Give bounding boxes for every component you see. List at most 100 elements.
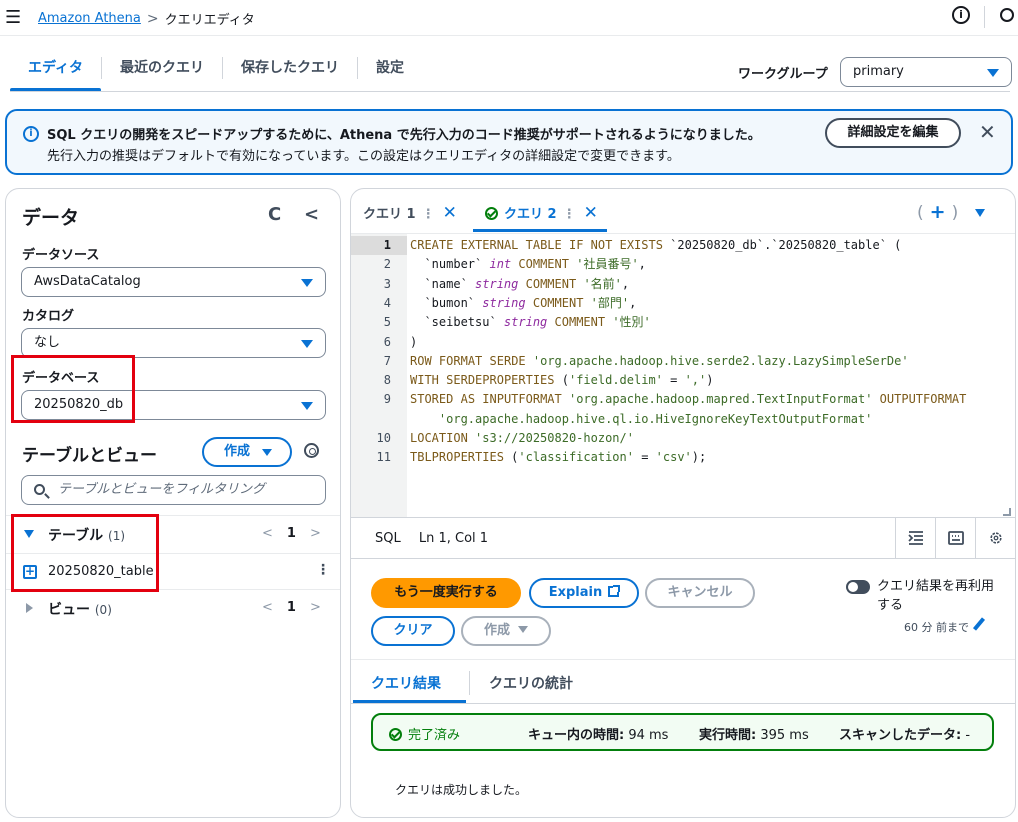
menu-icon[interactable]: ☰ <box>5 7 21 28</box>
chevron-left-icon[interactable]: < <box>262 600 273 615</box>
status-success-icon <box>485 207 498 220</box>
exec-time-metric: 実行時間: 395 ms <box>699 724 809 743</box>
views-page-number[interactable]: 1 <box>287 600 296 615</box>
breadcrumb-current: クエリエディタ <box>164 13 255 28</box>
datasource-label: データソース <box>22 248 100 263</box>
info-icon[interactable]: i <box>952 6 970 24</box>
close-icon[interactable]: ✕ <box>443 203 457 223</box>
resize-handle-icon[interactable] <box>1003 508 1011 516</box>
caret-down-icon <box>301 279 313 287</box>
settings-icon[interactable] <box>1000 8 1014 22</box>
close-icon[interactable]: ✕ <box>584 203 598 223</box>
chevron-right-icon[interactable]: > <box>310 526 321 541</box>
gear-icon[interactable] <box>304 443 319 458</box>
query-tab-1[interactable]: クエリ 1 ⋮ ✕ <box>363 203 457 223</box>
line-number: 9 <box>383 392 391 407</box>
data-panel-title: データ <box>22 207 80 229</box>
code-text[interactable]: LOCATION 's3://20250820-hozon/' <box>410 429 634 448</box>
breadcrumb-root-link[interactable]: Amazon Athena <box>38 11 141 26</box>
workgroup-select[interactable]: primary <box>840 57 1012 87</box>
create-query-label: 作成 <box>483 623 510 638</box>
editor-settings-button[interactable] <box>975 518 1015 559</box>
explain-label: Explain <box>548 585 603 600</box>
query-success-message: クエリは成功しました。 <box>395 783 528 797</box>
divider <box>351 659 1015 660</box>
reuse-results-toggle[interactable] <box>846 580 870 594</box>
chevron-right-icon[interactable]: > <box>310 600 321 615</box>
tab-saved-queries[interactable]: 保存したクエリ <box>223 48 357 92</box>
sql-editor[interactable]: 1 CREATE EXTERNAL TABLE IF NOT EXISTS `20… <box>351 233 1015 518</box>
drag-handle-icon[interactable]: ⋮ <box>422 207 435 222</box>
tab-query-results[interactable]: クエリ結果 <box>371 673 441 693</box>
tab-editor[interactable]: エディタ <box>10 48 102 92</box>
line-number: 1 <box>383 238 391 252</box>
tables-page-number[interactable]: 1 <box>287 526 296 541</box>
caret-down-icon[interactable] <box>975 209 985 217</box>
views-count: (0) <box>94 603 112 617</box>
tab-query-stats[interactable]: クエリの統計 <box>489 673 573 693</box>
line-number: 8 <box>383 373 391 388</box>
data-scanned-metric: スキャンしたデータ: - <box>839 724 970 743</box>
tab-recent-queries[interactable]: 最近のクエリ <box>102 48 222 92</box>
info-icon: i <box>23 126 39 142</box>
more-options-icon[interactable]: ⋮ <box>316 562 330 578</box>
reuse-results-time: 60 分 前まで <box>904 621 969 634</box>
close-icon[interactable]: ✕ <box>979 120 996 144</box>
catalog-select[interactable]: なし <box>21 328 326 358</box>
code-text[interactable]: ) <box>410 333 417 352</box>
breadcrumb: Amazon Athena > クエリエディタ <box>38 9 255 29</box>
query-tab-2[interactable]: クエリ 2 ⋮ ✕ <box>485 203 598 223</box>
line-number: 7 <box>383 353 391 368</box>
edit-preferences-button[interactable]: 詳細設定を編集 <box>825 118 961 148</box>
keyboard-icon <box>948 531 964 545</box>
search-icon <box>34 484 45 495</box>
drag-handle-icon[interactable]: ⋮ <box>563 207 576 222</box>
status-text: 完了済み <box>408 728 461 743</box>
table-filter-input[interactable]: テーブルとビューをフィルタリング <box>21 475 326 505</box>
code-text[interactable]: `number` int COMMENT '社員番号', <box>410 255 645 274</box>
highlight-box-database <box>11 355 135 423</box>
workgroup-label: ワークグループ <box>738 67 828 82</box>
code-text[interactable]: 'org.apache.hadoop.hive.ql.io.HiveIgnore… <box>410 410 872 429</box>
code-text[interactable]: ROW FORMAT SERDE 'org.apache.hadoop.hive… <box>410 352 909 371</box>
create-button[interactable]: 作成 <box>202 437 292 467</box>
collapse-icon[interactable]: < <box>304 204 319 225</box>
create-query-button[interactable]: 作成 <box>461 616 551 646</box>
code-text[interactable]: STORED AS INPUTFORMAT 'org.apache.hadoop… <box>410 390 966 409</box>
code-text[interactable]: TBLPROPERTIES ('classification' = 'csv')… <box>410 448 706 467</box>
active-tab-indicator <box>473 229 607 232</box>
tab-divider <box>469 671 470 695</box>
queue-time-label: キュー内の時間: <box>528 728 625 743</box>
run-again-button[interactable]: もう一度実行する <box>371 578 521 608</box>
cancel-button[interactable]: キャンセル <box>645 578 755 608</box>
refresh-icon[interactable]: C <box>268 204 281 225</box>
views-section-label[interactable]: ビュー (0) <box>48 599 112 619</box>
line-number: 3 <box>383 276 391 291</box>
add-query-tab[interactable]: (+) <box>917 201 958 223</box>
datasource-select[interactable]: AwsDataCatalog <box>21 267 326 297</box>
status-badge: 完了済み <box>389 724 460 743</box>
code-text[interactable]: `name` string COMMENT '名前', <box>410 275 629 294</box>
tables-pagination: < 1 > <box>262 526 321 541</box>
clear-button[interactable]: クリア <box>371 616 455 646</box>
tab-settings[interactable]: 設定 <box>358 48 422 92</box>
indent-icon <box>908 531 923 545</box>
code-text[interactable]: WITH SERDEPROPERTIES ('field.delim' = ',… <box>410 371 714 390</box>
queue-time-value: 94 ms <box>628 728 669 743</box>
code-text[interactable]: `bumon` string COMMENT '部門', <box>410 294 636 313</box>
code-text[interactable]: CREATE EXTERNAL TABLE IF NOT EXISTS `202… <box>410 236 901 255</box>
reuse-results-label: クエリ結果を再利用する <box>877 579 995 613</box>
edit-icon[interactable] <box>972 617 986 631</box>
chevron-left-icon[interactable]: < <box>262 526 273 541</box>
views-pagination: < 1 > <box>262 600 321 615</box>
keyboard-shortcuts-button[interactable] <box>935 518 975 559</box>
explain-button[interactable]: Explain <box>529 578 639 608</box>
format-query-button[interactable] <box>895 518 935 559</box>
caret-down-icon <box>301 340 313 348</box>
plus-icon[interactable]: + <box>930 201 946 223</box>
line-number: 6 <box>383 334 391 349</box>
expand-right-icon[interactable] <box>26 603 33 613</box>
caret-down-icon <box>518 626 528 633</box>
code-text[interactable]: `seibetsu` string COMMENT '性別' <box>410 313 650 332</box>
status-success-icon <box>389 728 402 741</box>
